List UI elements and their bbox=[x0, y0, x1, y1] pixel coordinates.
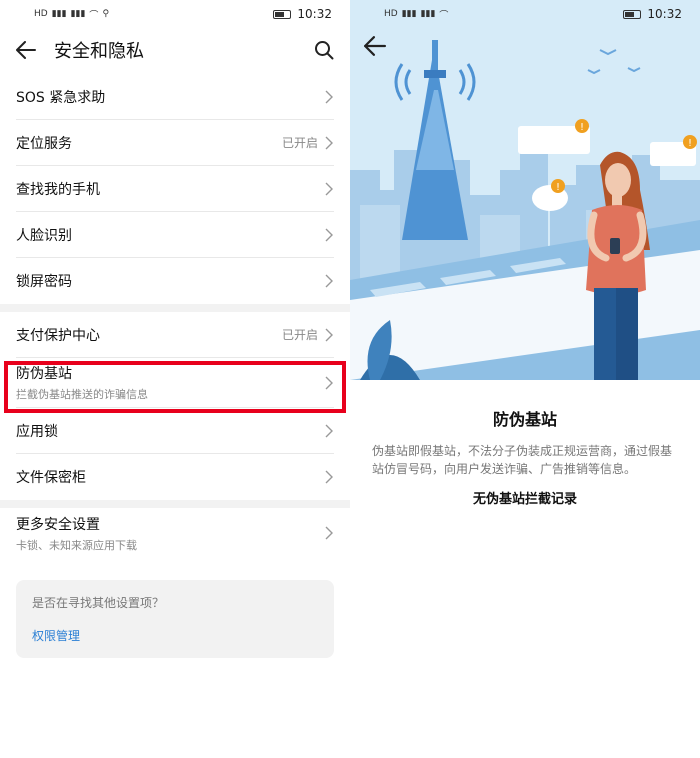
settings-finder-card: 是否在寻找其他设置项？ 权限管理 bbox=[16, 580, 334, 658]
chevron-right-icon bbox=[325, 526, 333, 540]
feature-title: 防伪基站 bbox=[492, 410, 557, 429]
search-icon[interactable] bbox=[312, 38, 336, 62]
hero-illustration: ! ! ! bbox=[350, 0, 700, 380]
fake-base-station-screen: ! ! ! HD ▮▮▮ ▮▮▮ ⌒ 10:32 防伪基站 伪基站即假基站，不法… bbox=[350, 0, 700, 758]
status-time: 10:32 bbox=[297, 7, 332, 21]
location-service-item[interactable]: 定位服务 已开启 bbox=[16, 120, 334, 166]
feature-detail: 防伪基站 伪基站即假基站，不法分子伪装成正规运营商，通过假基站仿冒号码，向用户发… bbox=[350, 380, 700, 507]
signal-icon-2: ▮▮▮ bbox=[70, 9, 86, 19]
chevron-right-icon bbox=[325, 182, 333, 195]
finder-question: 是否在寻找其他设置项？ bbox=[32, 596, 165, 610]
section-divider bbox=[0, 304, 350, 312]
item-label: 文件保密柜 bbox=[16, 470, 86, 486]
item-label: SOS 紧急求助 bbox=[16, 89, 106, 106]
battery-icon bbox=[273, 9, 292, 19]
chevron-right-icon bbox=[325, 228, 333, 241]
section-divider bbox=[0, 500, 350, 508]
hd-icon: HD bbox=[384, 9, 398, 19]
svg-text:!: ! bbox=[688, 138, 692, 149]
status-text: 已开启 bbox=[281, 328, 318, 342]
face-recognition-item[interactable]: 人脸识别 bbox=[16, 212, 334, 258]
search-status-icon: ⚲ bbox=[102, 9, 110, 19]
payment-protection-item[interactable]: 支付保护中心 已开启 bbox=[16, 312, 334, 358]
lock-screen-password-item[interactable]: 锁屏密码 bbox=[16, 258, 334, 304]
item-subtitle: 卡锁、未知来源应用下载 bbox=[16, 538, 137, 552]
svg-text:!: ! bbox=[556, 182, 560, 193]
fake-base-station-item[interactable]: 防伪基站拦截伪基站推送的诈骗信息 bbox=[16, 358, 334, 408]
item-subtitle: 拦截伪基站推送的诈骗信息 bbox=[16, 388, 148, 401]
item-label: 定位服务 bbox=[16, 135, 72, 152]
status-bar: HD ▮▮▮ ▮▮▮ ⌒ 10:32 bbox=[350, 0, 700, 28]
find-my-phone-item[interactable]: 查找我的手机 bbox=[16, 166, 334, 212]
item-label: 人脸识别 bbox=[16, 227, 72, 244]
feature-description: 伪基站即假基站，不法分子伪装成正规运营商，通过假基站仿冒号码，向用户发送诈骗、广… bbox=[372, 444, 673, 476]
item-label: 查找我的手机 bbox=[16, 181, 100, 198]
settings-list: SOS 紧急求助 定位服务 已开启 查找我的手机 人脸识别 锁屏密码 支付保护中… bbox=[0, 74, 350, 558]
chevron-right-icon bbox=[325, 424, 333, 437]
app-bar: 安全和隐私 bbox=[0, 28, 350, 72]
status-bar: HD ▮▮▮ ▮▮▮ ⌒ ⚲ 10:32 bbox=[0, 0, 350, 28]
chevron-right-icon bbox=[325, 376, 333, 389]
svg-text:!: ! bbox=[580, 122, 584, 133]
status-text: 已开启 bbox=[281, 136, 318, 150]
battery-icon bbox=[623, 9, 642, 19]
signal-icons: HD ▮▮▮ ▮▮▮ ⌒ ⚲ bbox=[34, 8, 109, 21]
item-label: 支付保护中心 bbox=[16, 327, 100, 344]
item-label: 更多安全设置 bbox=[16, 516, 100, 533]
item-label: 防伪基站 bbox=[16, 366, 72, 382]
signal-icon: ▮▮▮ bbox=[401, 9, 417, 19]
security-privacy-screen: HD ▮▮▮ ▮▮▮ ⌒ ⚲ 10:32 安全和隐私 SOS 紧急求助 定位服务… bbox=[0, 0, 350, 758]
wifi-icon: ⌒ bbox=[439, 10, 449, 21]
signal-icons: HD ▮▮▮ ▮▮▮ ⌒ bbox=[384, 8, 448, 21]
chevron-right-icon bbox=[325, 470, 333, 484]
page-title: 安全和隐私 bbox=[54, 41, 144, 62]
permission-management-link[interactable]: 权限管理 bbox=[32, 627, 318, 644]
signal-icon-2: ▮▮▮ bbox=[420, 9, 436, 19]
item-label: 应用锁 bbox=[16, 423, 58, 440]
interception-record-text: 无伪基站拦截记录 bbox=[472, 492, 577, 507]
file-safe-item[interactable]: 文件保密柜 bbox=[16, 454, 334, 500]
signal-icon: ▮▮▮ bbox=[51, 9, 67, 19]
sos-item[interactable]: SOS 紧急求助 bbox=[16, 74, 334, 120]
chevron-right-icon bbox=[325, 90, 333, 103]
chevron-right-icon bbox=[325, 136, 333, 149]
item-label: 锁屏密码 bbox=[16, 274, 72, 290]
back-arrow-icon[interactable] bbox=[14, 38, 38, 62]
hd-icon: HD bbox=[34, 9, 48, 19]
chevron-right-icon bbox=[325, 274, 333, 288]
status-time: 10:32 bbox=[647, 7, 682, 21]
chevron-right-icon bbox=[325, 328, 333, 341]
more-security-settings-item[interactable]: 更多安全设置卡锁、未知来源应用下载 bbox=[16, 508, 334, 558]
wifi-icon: ⌒ bbox=[89, 10, 99, 21]
back-arrow-icon[interactable] bbox=[364, 36, 390, 62]
app-lock-item[interactable]: 应用锁 bbox=[16, 408, 334, 454]
